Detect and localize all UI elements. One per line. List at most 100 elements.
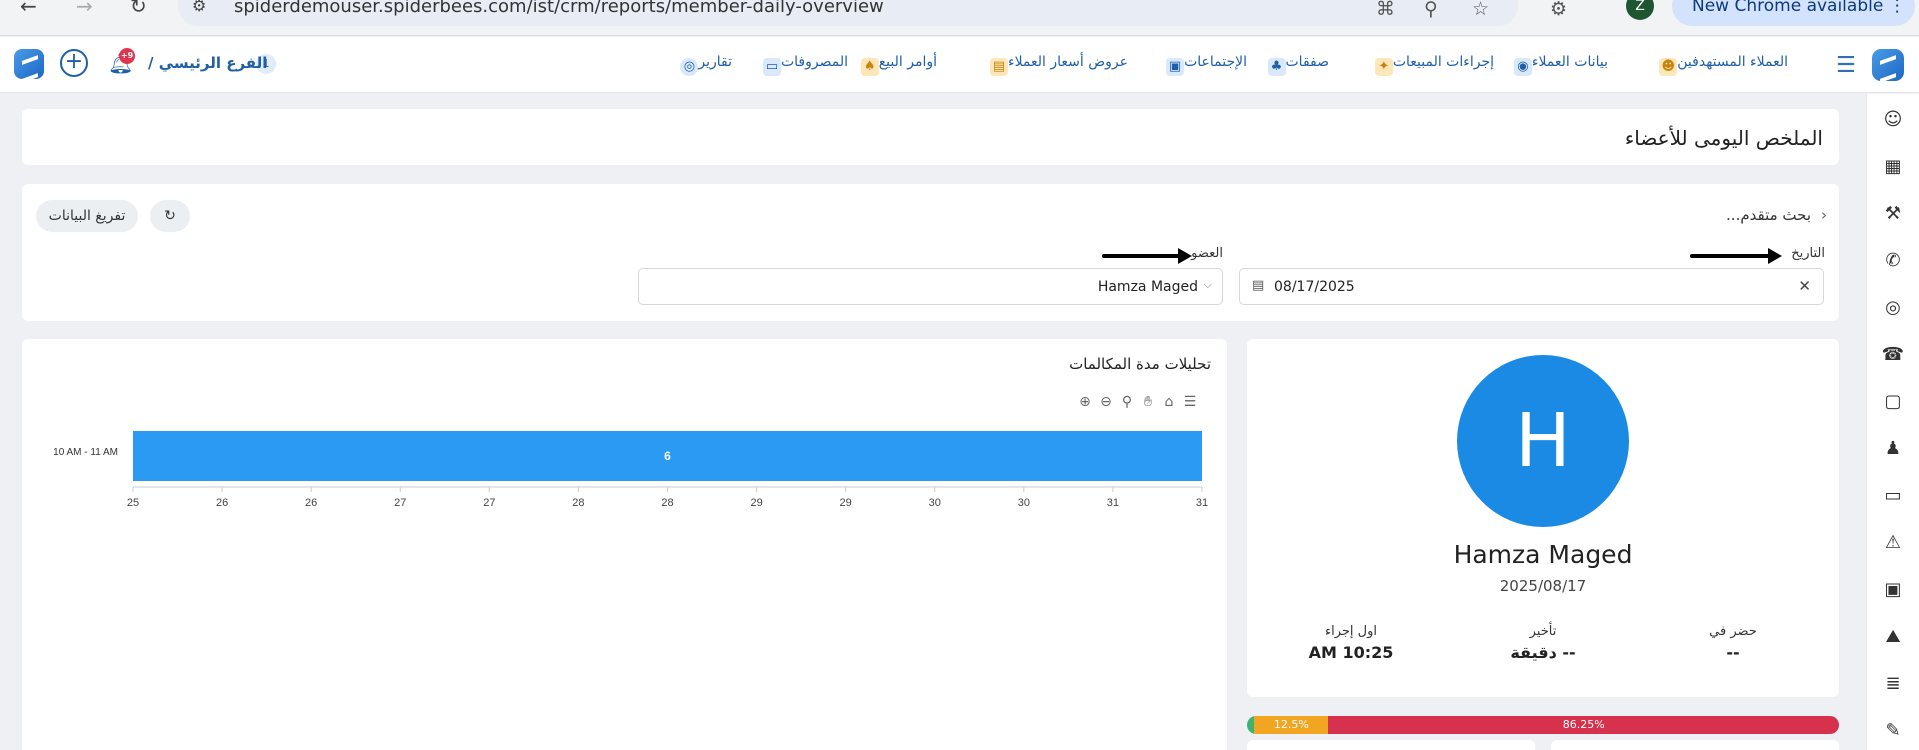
- chart-x-tick-label: 28: [572, 497, 584, 509]
- nav-label: عروض أسعار العملاء: [1007, 54, 1128, 70]
- clear-data-button[interactable]: تفريغ البيانات: [36, 200, 138, 232]
- meetings-icon: ▣: [1166, 58, 1185, 76]
- member-select[interactable]: Hamza Maged ⌵: [638, 268, 1223, 305]
- bar-chart: 6 10 AM - 11 AM 25 26 26 27 27 28 28 29 29 30 30 31 31: [53, 431, 1208, 509]
- chart-x-tick-label: 29: [750, 497, 762, 509]
- video-call-icon[interactable]: ▣: [1881, 578, 1905, 602]
- browser-toolbar: ← → ↻ ⚙ spiderdemouser.spiderbees.com/is…: [0, 0, 1919, 36]
- chart-x-tick-label: 30: [1018, 497, 1030, 509]
- date-label: التاريخ: [1791, 246, 1825, 261]
- stamp-icon[interactable]: ⚒: [1881, 202, 1905, 226]
- stat-first-action: اول إجراء AM 10:25: [1276, 624, 1426, 662]
- call-duration-chart-card: تحليلات مدة المكالمات ⊕ ⊖ ⚲ ✋︎ ⌂ ☰ 6 10 A…: [22, 339, 1227, 750]
- chart-x-tick-label: 27: [483, 497, 495, 509]
- clear-date-icon[interactable]: ✕: [1798, 277, 1811, 295]
- menu-icon[interactable]: ☰: [1836, 53, 1856, 78]
- pen-icon[interactable]: ✎: [1881, 719, 1905, 743]
- target-icon[interactable]: ◎: [1881, 296, 1905, 320]
- chart-x-tick-label: 26: [216, 497, 228, 509]
- chart-x-tick-label: 31: [1196, 497, 1208, 509]
- nav-label: الإجتماعات: [1184, 54, 1247, 70]
- nav-quotes[interactable]: ▤ عروض أسعار العملاء: [986, 54, 1128, 76]
- team-icon[interactable]: ♟: [1881, 437, 1905, 461]
- add-button[interactable]: +: [60, 49, 88, 77]
- chart-x-tick-label: 27: [394, 497, 406, 509]
- stat-value: AM 10:25: [1308, 643, 1394, 662]
- nav-reports[interactable]: ◎ تقارير: [676, 54, 732, 76]
- expenses-icon: ▭: [762, 58, 781, 76]
- warning-icon[interactable]: ⚠: [1881, 531, 1905, 555]
- search-icon[interactable]: ⚲: [1424, 0, 1438, 20]
- nav-label: أوامر البيع: [878, 54, 937, 70]
- target-customers-icon: ☻: [1659, 58, 1678, 76]
- refresh-button[interactable]: ↻: [150, 200, 190, 232]
- sales-actions-icon: ✦: [1374, 58, 1393, 76]
- stat-value: --: [1726, 643, 1740, 662]
- chart-category-label: 10 AM - 11 AM: [53, 447, 118, 458]
- translate-icon[interactable]: ⌘: [1376, 0, 1395, 20]
- reload-icon[interactable]: ↻: [130, 0, 147, 18]
- telephone-icon[interactable]: ☎: [1881, 343, 1905, 367]
- back-arrow-icon[interactable]: ←: [20, 0, 37, 18]
- app-logo[interactable]: [1872, 49, 1904, 81]
- member-label: العضو: [1191, 246, 1223, 261]
- chrome-update-button[interactable]: New Chrome available ⋮: [1672, 0, 1915, 26]
- chart-x-tick-label: 30: [929, 497, 941, 509]
- nav-meetings[interactable]: ▣ الإجتماعات: [1162, 54, 1247, 76]
- advanced-search-toggle[interactable]: ‹ بحث متقدم...: [1726, 206, 1827, 224]
- forward-arrow-icon[interactable]: →: [76, 0, 93, 18]
- member-value: Hamza Maged: [1097, 279, 1198, 295]
- page-title: الملخص اليومى للأعضاء: [1624, 126, 1823, 150]
- contacts-icon[interactable]: ☺: [1881, 108, 1905, 132]
- nav-customer-data[interactable]: ◉ بيانات العملاء: [1510, 54, 1608, 76]
- nav-sales-actions[interactable]: ✦ إجراءات المبيعات: [1371, 54, 1494, 76]
- calendar-icon[interactable]: ▤: [1252, 278, 1264, 293]
- progress-segment: [1247, 716, 1255, 734]
- chart-data-label: 6: [664, 449, 671, 463]
- site-info-icon[interactable]: ⚙: [192, 0, 206, 15]
- phone-call-icon[interactable]: ✆: [1881, 249, 1905, 273]
- secondary-logo[interactable]: [14, 49, 44, 79]
- card-stub: [1247, 740, 1535, 750]
- nav-expenses[interactable]: ▭ المصروفات: [759, 54, 848, 76]
- page-title-card: الملخص اليومى للأعضاء: [22, 109, 1839, 165]
- member-profile-card: H Hamza Maged 2025/08/17 حضر في -- تأخير…: [1247, 339, 1839, 697]
- deals-icon: ♣: [1267, 58, 1286, 76]
- stat-attended: حضر في --: [1658, 624, 1808, 662]
- avatar: H: [1457, 355, 1629, 527]
- chart-x-tick-label: 31: [1107, 497, 1119, 509]
- nav-label: المصروفات: [780, 54, 848, 70]
- address-bar[interactable]: ⚙ spiderdemouser.spiderbees.com/ist/crm/…: [178, 0, 1518, 26]
- stat-label: تأخير: [1529, 624, 1557, 639]
- progress-segment: 86.25%: [1328, 716, 1839, 734]
- nav-sales-orders[interactable]: ♠ أوامر البيع: [857, 54, 937, 76]
- nav-label: إجراءات المبيعات: [1392, 54, 1494, 70]
- extensions-icon[interactable]: ⚙: [1550, 0, 1567, 20]
- nav-target-customers[interactable]: ☻ العملاء المستهدفين: [1655, 54, 1788, 76]
- chevron-down-icon: ⌵: [1203, 278, 1212, 291]
- filter-panel: ‹ بحث متقدم... تفريغ البيانات ↻ التاريخ ا…: [22, 184, 1839, 321]
- nav-label: العملاء المستهدفين: [1677, 54, 1788, 70]
- mountain-icon[interactable]: ⛰: [1881, 625, 1905, 649]
- stat-delay: تأخير -- دقيقة: [1468, 624, 1618, 662]
- attendance-progress-bar: 86.25% 12.5%: [1247, 716, 1839, 734]
- date-field[interactable]: ▤ 08/17/2025 ✕: [1239, 268, 1824, 305]
- member-date: 2025/08/17: [1499, 577, 1587, 595]
- nav-deals[interactable]: ♣ صفقات: [1264, 54, 1330, 76]
- bookmark-star-icon[interactable]: ☆: [1472, 0, 1489, 20]
- building-icon[interactable]: ▦: [1881, 155, 1905, 179]
- nav-label: صفقات: [1285, 54, 1330, 70]
- invoice-icon[interactable]: ≣: [1881, 672, 1905, 696]
- date-value: 08/17/2025: [1274, 279, 1355, 295]
- stat-value: -- دقيقة: [1510, 643, 1576, 662]
- profile-avatar[interactable]: Z: [1626, 0, 1654, 20]
- calendar-add-icon[interactable]: ▢: [1881, 390, 1905, 414]
- url-text: spiderdemouser.spiderbees.com/ist/crm/re…: [234, 0, 884, 17]
- branch-selector[interactable]: الفرع الرئيسي /: [148, 54, 267, 72]
- progress-segment: 12.5%: [1254, 716, 1329, 734]
- customer-data-icon: ◉: [1513, 58, 1532, 76]
- cash-icon[interactable]: ▭: [1881, 484, 1905, 508]
- stat-label: حضر في: [1709, 624, 1757, 639]
- refresh-icon: ↻: [164, 208, 176, 224]
- chart-x-tick-label: 28: [661, 497, 673, 509]
